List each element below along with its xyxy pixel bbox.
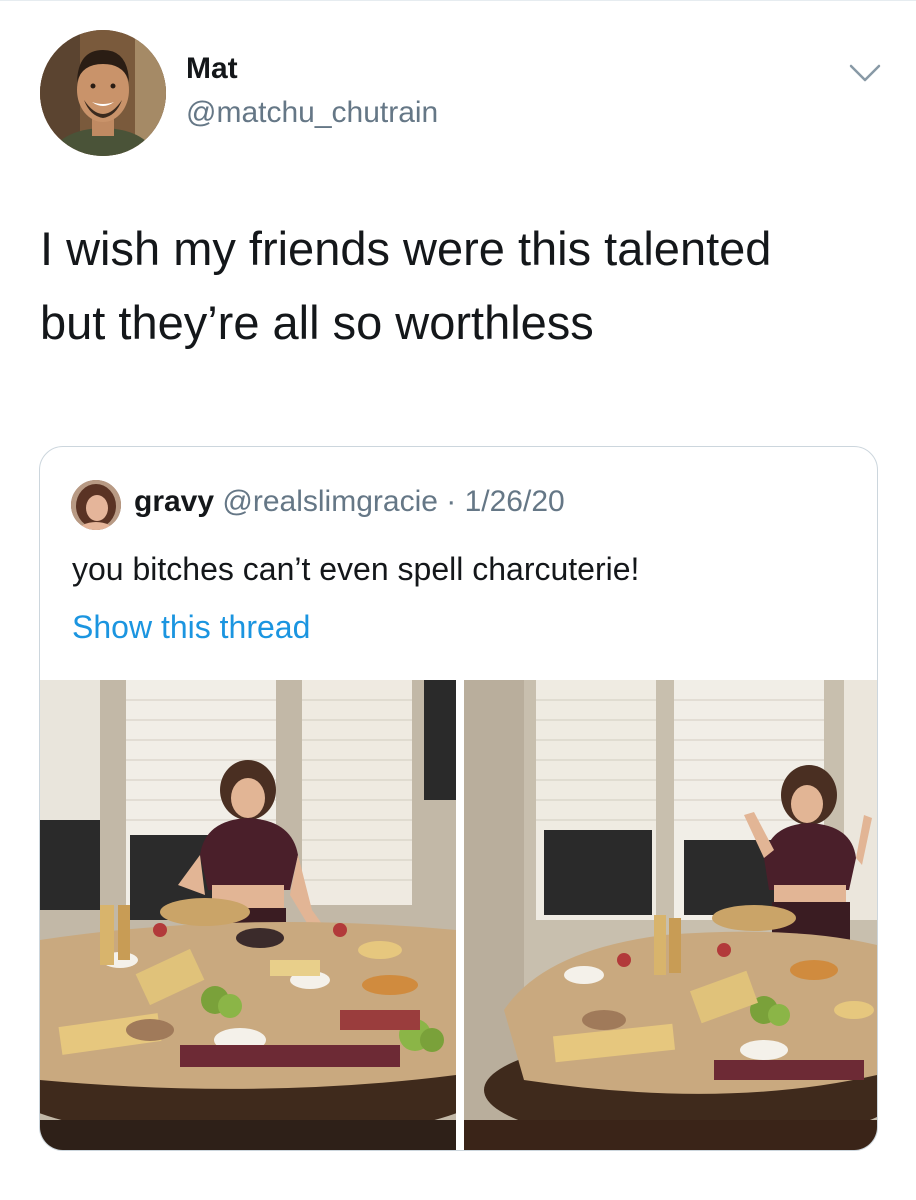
- tweet: Mat @matchu_chutrain I wish my friends w…: [0, 0, 916, 1200]
- chevron-down-icon[interactable]: [848, 62, 882, 84]
- quoted-author-avatar[interactable]: [71, 480, 121, 530]
- divider: [0, 0, 916, 1]
- author-avatar[interactable]: [40, 30, 166, 156]
- quoted-tweet-text: you bitches can’t even spell charcuterie…: [72, 551, 640, 587]
- quoted-author-handle[interactable]: @realslimgracie: [222, 485, 438, 518]
- show-thread-link[interactable]: Show this thread: [72, 609, 310, 646]
- quoted-author-line: gravy @realslimgracie · 1/26/20: [134, 485, 565, 519]
- quoted-tweet-card[interactable]: gravy @realslimgracie · 1/26/20 you bitc…: [39, 446, 878, 1151]
- author-handle[interactable]: @matchu_chutrain: [186, 96, 438, 130]
- quoted-tweet-photos: [40, 680, 877, 1150]
- charcuterie-photo-1[interactable]: [40, 680, 456, 1150]
- author-display-name[interactable]: Mat: [186, 52, 238, 86]
- separator-dot: ·: [437, 485, 465, 518]
- charcuterie-photo-2[interactable]: [464, 680, 877, 1150]
- tweet-text: I wish my friends were this talented but…: [40, 222, 772, 349]
- quoted-author-display-name[interactable]: gravy: [134, 485, 214, 518]
- quoted-tweet-date[interactable]: 1/26/20: [465, 485, 565, 518]
